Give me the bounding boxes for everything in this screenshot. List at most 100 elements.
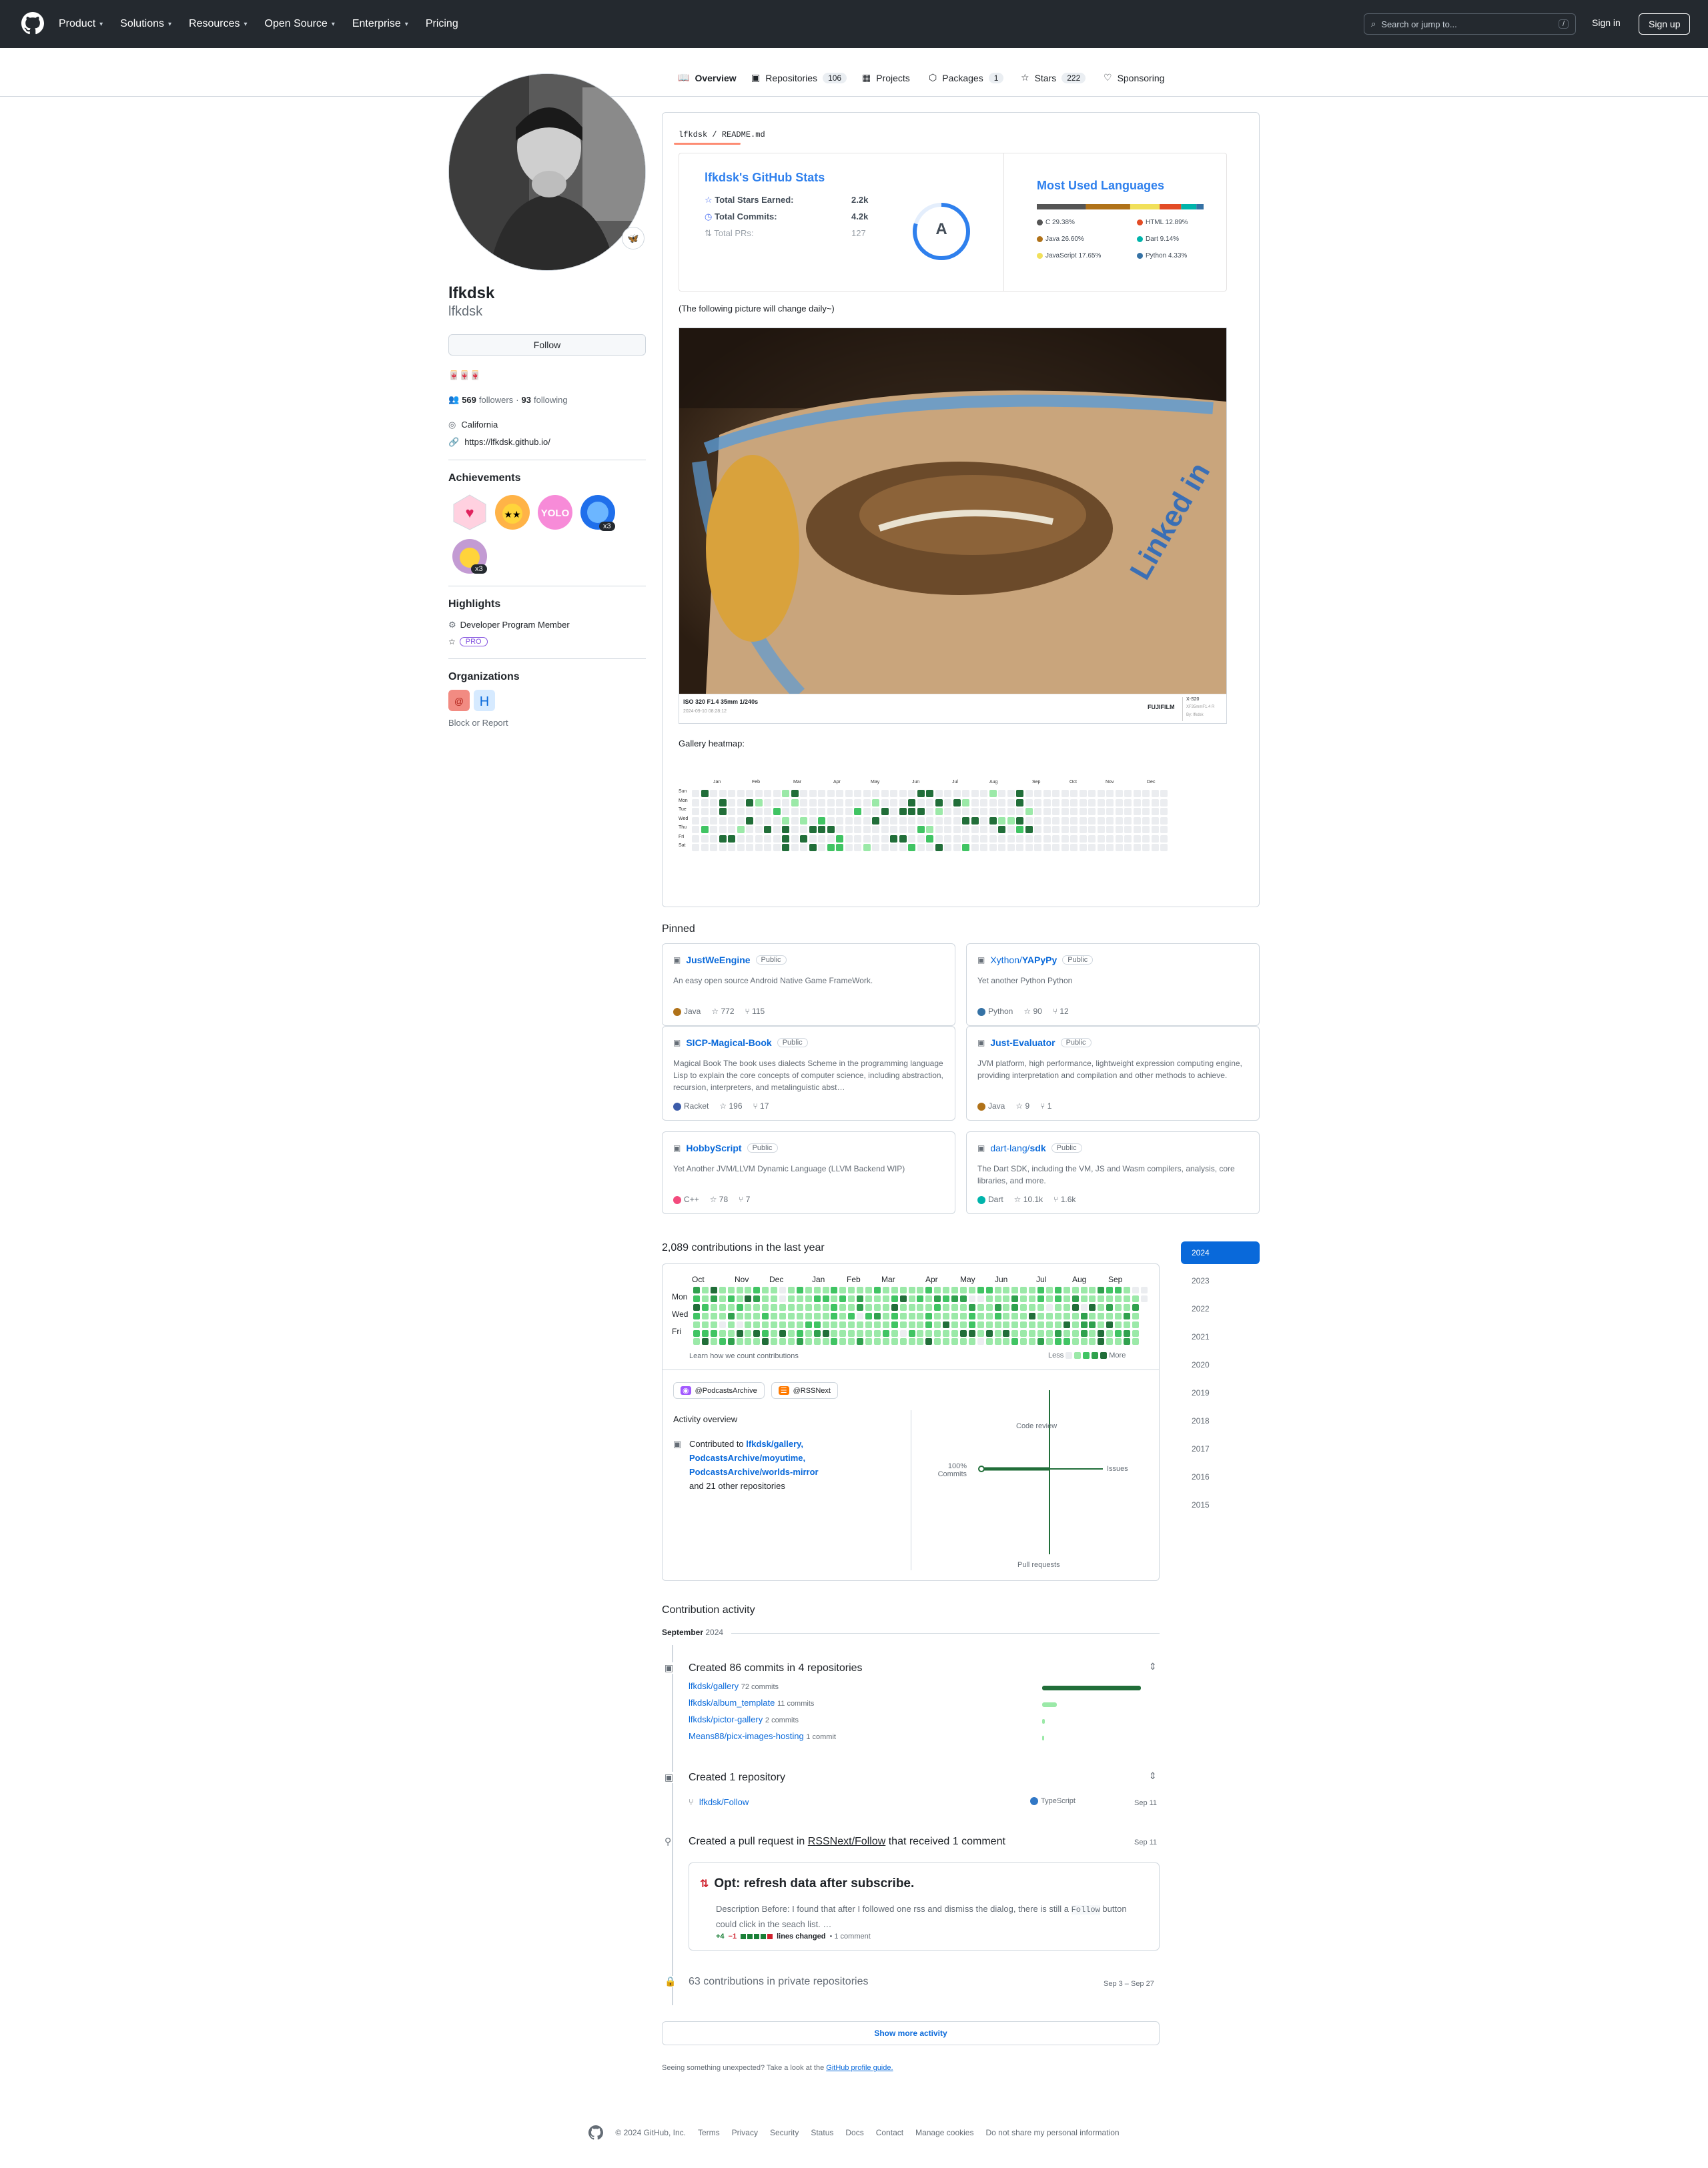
followers-label[interactable]: followers [479, 395, 513, 405]
contribution-cell[interactable] [848, 1329, 855, 1337]
contribution-cell[interactable] [1106, 1321, 1114, 1328]
contribution-cell[interactable] [1029, 1287, 1036, 1293]
contribution-cell[interactable] [1089, 1287, 1096, 1293]
contribution-cell[interactable] [943, 1303, 950, 1311]
contribution-cell[interactable] [1098, 1295, 1105, 1302]
year-link-2022[interactable]: 2022 [1181, 1297, 1260, 1320]
sign-up-button[interactable]: Sign up [1639, 13, 1691, 35]
contribution-cell[interactable] [736, 1321, 743, 1328]
year-link-2016[interactable]: 2016 [1181, 1466, 1260, 1488]
year-link-2024[interactable]: 2024 [1181, 1241, 1260, 1264]
nav-pricing[interactable]: Pricing [426, 18, 458, 30]
contribution-cell[interactable] [1063, 1321, 1070, 1328]
contribution-cell[interactable] [1011, 1338, 1019, 1345]
repo-forks[interactable]: ⑂ 1 [1040, 1101, 1051, 1111]
tab-projects[interactable]: ▦ Projects [862, 72, 910, 83]
contribution-cell[interactable] [925, 1287, 933, 1293]
year-link-2018[interactable]: 2018 [1181, 1410, 1260, 1432]
contribution-cell[interactable] [994, 1312, 1001, 1319]
nav-product[interactable]: Product ▾ [59, 18, 103, 30]
contribution-cell[interactable] [848, 1287, 855, 1293]
contribution-cell[interactable] [951, 1287, 958, 1293]
contribution-cell[interactable] [1098, 1287, 1105, 1293]
contribution-cell[interactable] [719, 1329, 726, 1337]
contribution-cell[interactable] [1115, 1295, 1122, 1302]
contribution-cell[interactable] [753, 1303, 761, 1311]
repo-stars[interactable]: ☆ 78 [710, 1195, 728, 1204]
contribution-cell[interactable] [959, 1287, 967, 1293]
contribution-cell[interactable] [873, 1312, 881, 1319]
contribution-cell[interactable] [727, 1295, 735, 1302]
contribution-cell[interactable] [813, 1295, 821, 1302]
contribution-cell[interactable] [762, 1312, 769, 1319]
contribution-cell[interactable] [943, 1329, 950, 1337]
contribution-cell[interactable] [753, 1295, 761, 1302]
footer-link-status[interactable]: Status [811, 2128, 833, 2137]
tab-sponsoring[interactable]: ♡ Sponsoring [1104, 72, 1164, 83]
contribution-cell[interactable] [1132, 1303, 1139, 1311]
contribution-cell[interactable] [848, 1312, 855, 1319]
contribution-cell[interactable] [882, 1303, 889, 1311]
contribution-cell[interactable] [1106, 1329, 1114, 1337]
contribution-cell[interactable] [934, 1312, 941, 1319]
contribution-cell[interactable] [951, 1338, 958, 1345]
contribution-cell[interactable] [857, 1303, 864, 1311]
pinned-repo-link[interactable]: Xython/YAPyPy [990, 955, 1057, 965]
contribution-cell[interactable] [1080, 1287, 1088, 1293]
contribution-cell[interactable] [701, 1303, 709, 1311]
contribution-cell[interactable] [925, 1338, 933, 1345]
nav-resources[interactable]: Resources ▾ [189, 18, 248, 30]
contribution-cell[interactable] [848, 1321, 855, 1328]
contribution-cell[interactable] [908, 1329, 915, 1337]
contribution-cell[interactable] [1029, 1321, 1036, 1328]
contribution-cell[interactable] [745, 1303, 752, 1311]
contribution-cell[interactable] [1037, 1295, 1044, 1302]
collapse-icon[interactable]: ⇕ [1149, 1770, 1157, 1782]
contribution-cell[interactable] [977, 1287, 984, 1293]
contribution-cell[interactable] [1037, 1338, 1044, 1345]
tab-stars[interactable]: ☆ Stars 222 [1021, 72, 1086, 83]
contribution-cell[interactable] [753, 1321, 761, 1328]
contribution-cell[interactable] [831, 1295, 838, 1302]
contribution-cell[interactable] [779, 1287, 786, 1293]
contribution-cell[interactable] [959, 1312, 967, 1319]
contribution-cell[interactable] [1132, 1329, 1139, 1337]
contribution-cell[interactable] [805, 1321, 812, 1328]
contribution-cell[interactable] [1020, 1312, 1027, 1319]
contribution-cell[interactable] [1020, 1295, 1027, 1302]
contribution-cell[interactable] [796, 1312, 803, 1319]
contribution-cell[interactable] [693, 1338, 700, 1345]
contribution-cell[interactable] [891, 1321, 898, 1328]
contribution-cell[interactable] [985, 1303, 993, 1311]
contribution-cell[interactable] [831, 1321, 838, 1328]
contribution-cell[interactable] [710, 1329, 717, 1337]
contribution-cell[interactable] [1124, 1312, 1130, 1319]
contribution-cell[interactable] [1037, 1321, 1044, 1328]
achievement-yolo-icon[interactable]: YOLO [536, 494, 574, 531]
org-filter-rssnext[interactable]: ☰ @RSSNext [771, 1382, 838, 1399]
contribution-cell[interactable] [959, 1295, 967, 1302]
repo-forks[interactable]: ⑂ 12 [1053, 1007, 1069, 1016]
contribution-cell[interactable] [1063, 1287, 1070, 1293]
contribution-cell[interactable] [908, 1303, 915, 1311]
contribution-cell[interactable] [1072, 1321, 1079, 1328]
contribution-cell[interactable] [865, 1303, 872, 1311]
contribution-cell[interactable] [891, 1329, 898, 1337]
pr-card[interactable]: ⇅ Opt: refresh data after subscribe. Des… [689, 1862, 1160, 1951]
contribution-cell[interactable] [736, 1329, 743, 1337]
contribution-cell[interactable] [943, 1321, 950, 1328]
contribution-cell[interactable] [693, 1287, 700, 1293]
contribution-cell[interactable] [865, 1338, 872, 1345]
contribution-cell[interactable] [710, 1287, 717, 1293]
contribution-cell[interactable] [891, 1303, 898, 1311]
contribution-cell[interactable] [822, 1287, 829, 1293]
contribution-cell[interactable] [977, 1303, 984, 1311]
contribution-cell[interactable] [813, 1321, 821, 1328]
contribution-cell[interactable] [1132, 1321, 1139, 1328]
contribution-cell[interactable] [857, 1329, 864, 1337]
contribution-cell[interactable] [1045, 1321, 1053, 1328]
contribution-cell[interactable] [977, 1295, 984, 1302]
contribution-cell[interactable] [831, 1287, 838, 1293]
contribution-cell[interactable] [899, 1295, 907, 1302]
contribution-cell[interactable] [934, 1295, 941, 1302]
